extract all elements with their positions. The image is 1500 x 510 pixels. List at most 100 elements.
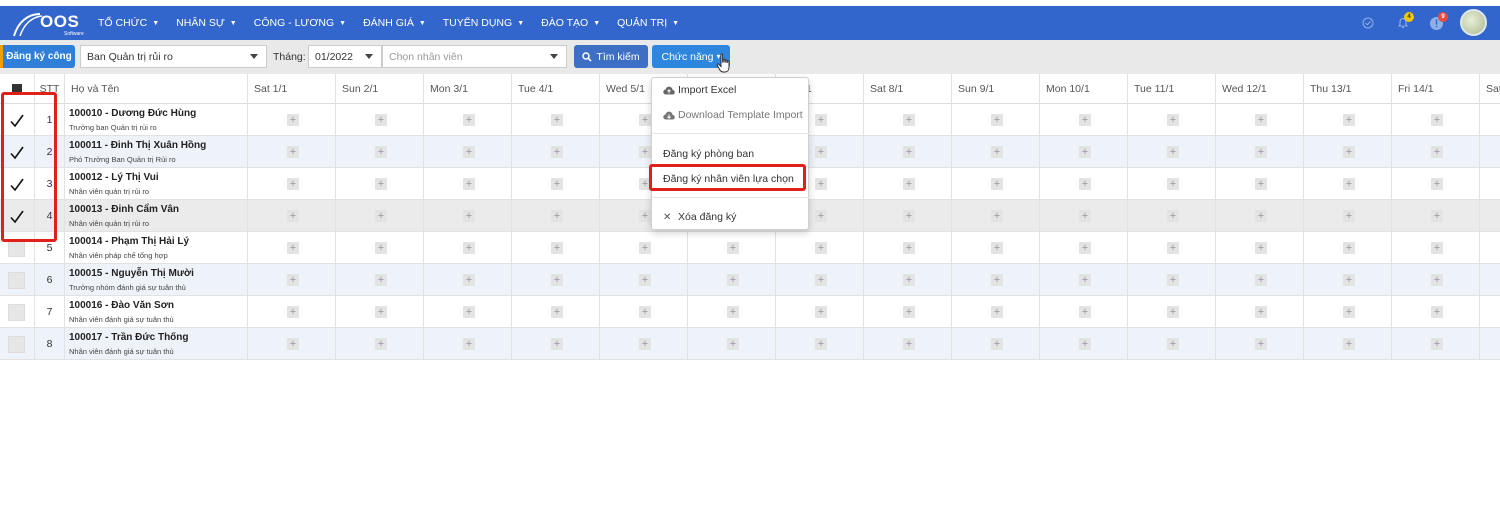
add-icon[interactable]: + <box>287 242 299 254</box>
menu-quan-tri[interactable]: QUẢN TRỊ ▼ <box>617 17 679 29</box>
add-icon[interactable]: + <box>551 146 563 158</box>
add-icon[interactable]: + <box>727 242 739 254</box>
add-icon[interactable]: + <box>903 178 915 190</box>
add-icon[interactable]: + <box>287 146 299 158</box>
table-row[interactable]: 8 100017 - Trần Đức Thống Nhân viên đánh g… <box>0 328 1500 360</box>
add-icon[interactable]: + <box>815 210 827 222</box>
menu-delete-registration[interactable]: ✕ Xóa đăng ký <box>652 207 810 227</box>
menu-nhan-su[interactable]: NHÂN SỰ ▼ <box>176 17 237 29</box>
department-select[interactable]: Ban Quản trị rủi ro <box>80 45 267 68</box>
add-icon[interactable]: + <box>903 114 915 126</box>
add-icon[interactable]: + <box>463 178 475 190</box>
add-icon[interactable]: + <box>1167 274 1179 286</box>
add-icon[interactable]: + <box>463 338 475 350</box>
add-icon[interactable]: + <box>551 338 563 350</box>
add-icon[interactable]: + <box>1255 338 1267 350</box>
add-icon[interactable]: + <box>903 146 915 158</box>
add-icon[interactable]: + <box>551 114 563 126</box>
add-icon[interactable]: + <box>991 306 1003 318</box>
menu-dao-tao[interactable]: ĐÀO TẠO ▼ <box>541 17 600 29</box>
search-button[interactable]: Tìm kiếm <box>574 45 648 68</box>
add-icon[interactable]: + <box>1167 242 1179 254</box>
add-icon[interactable]: + <box>815 146 827 158</box>
add-icon[interactable]: + <box>1343 178 1355 190</box>
add-icon[interactable]: + <box>375 146 387 158</box>
add-icon[interactable]: + <box>639 306 651 318</box>
menu-cong-luong[interactable]: CÔNG - LƯƠNG ▼ <box>254 17 346 29</box>
row-checkbox[interactable] <box>8 304 25 321</box>
add-icon[interactable]: + <box>1343 242 1355 254</box>
add-icon[interactable]: + <box>991 114 1003 126</box>
menu-to-chuc[interactable]: TỔ CHỨC ▼ <box>98 17 159 29</box>
table-row[interactable]: 7 100016 - Đào Văn Sơn Nhân viên đánh giá … <box>0 296 1500 328</box>
add-icon[interactable]: + <box>1343 306 1355 318</box>
add-icon[interactable]: + <box>639 338 651 350</box>
oos-logo[interactable]: OOS Software <box>10 10 84 38</box>
menu-download-template[interactable]: Download Template Import <box>652 105 810 125</box>
add-icon[interactable]: + <box>551 274 563 286</box>
add-icon[interactable]: + <box>1431 274 1443 286</box>
add-icon[interactable]: + <box>815 114 827 126</box>
add-icon[interactable]: + <box>991 146 1003 158</box>
add-icon[interactable]: + <box>287 210 299 222</box>
row-checkbox[interactable] <box>8 272 25 289</box>
add-icon[interactable]: + <box>815 178 827 190</box>
add-icon[interactable]: + <box>991 242 1003 254</box>
add-icon[interactable]: + <box>375 210 387 222</box>
add-icon[interactable]: + <box>287 114 299 126</box>
add-icon[interactable]: + <box>815 274 827 286</box>
add-icon[interactable]: + <box>815 306 827 318</box>
add-icon[interactable]: + <box>463 274 475 286</box>
add-icon[interactable]: + <box>1431 178 1443 190</box>
add-icon[interactable]: + <box>375 338 387 350</box>
register-attendance-tag[interactable]: Đăng ký công <box>0 45 75 68</box>
add-icon[interactable]: + <box>1079 306 1091 318</box>
add-icon[interactable]: + <box>903 338 915 350</box>
add-icon[interactable]: + <box>287 178 299 190</box>
add-icon[interactable]: + <box>1079 338 1091 350</box>
add-icon[interactable]: + <box>1167 338 1179 350</box>
menu-register-department[interactable]: Đăng ký phòng ban <box>652 144 810 164</box>
add-icon[interactable]: + <box>991 178 1003 190</box>
add-icon[interactable]: + <box>375 306 387 318</box>
add-icon[interactable]: + <box>903 274 915 286</box>
add-icon[interactable]: + <box>727 338 739 350</box>
avatar[interactable] <box>1460 9 1487 36</box>
menu-import-excel[interactable]: Import Excel <box>652 80 810 100</box>
add-icon[interactable]: + <box>1255 306 1267 318</box>
add-icon[interactable]: + <box>463 242 475 254</box>
add-icon[interactable]: + <box>1167 306 1179 318</box>
add-icon[interactable]: + <box>1343 146 1355 158</box>
add-icon[interactable]: + <box>815 338 827 350</box>
add-icon[interactable]: + <box>1167 146 1179 158</box>
add-icon[interactable]: + <box>639 114 651 126</box>
add-icon[interactable]: + <box>1079 178 1091 190</box>
add-icon[interactable]: + <box>463 210 475 222</box>
add-icon[interactable]: + <box>1255 114 1267 126</box>
add-icon[interactable]: + <box>551 178 563 190</box>
add-icon[interactable]: + <box>551 210 563 222</box>
add-icon[interactable]: + <box>1343 210 1355 222</box>
add-icon[interactable]: + <box>727 274 739 286</box>
add-icon[interactable]: + <box>1079 274 1091 286</box>
add-icon[interactable]: + <box>375 274 387 286</box>
add-icon[interactable]: + <box>1343 338 1355 350</box>
add-icon[interactable]: + <box>639 274 651 286</box>
add-icon[interactable]: + <box>639 210 651 222</box>
add-icon[interactable]: + <box>903 306 915 318</box>
add-icon[interactable]: + <box>375 242 387 254</box>
add-icon[interactable]: + <box>639 146 651 158</box>
check-circle-icon[interactable] <box>1362 17 1374 29</box>
add-icon[interactable]: + <box>1167 114 1179 126</box>
add-icon[interactable]: + <box>1431 338 1443 350</box>
add-icon[interactable]: + <box>1255 146 1267 158</box>
menu-tuyen-dung[interactable]: TUYỂN DỤNG ▼ <box>443 17 524 29</box>
add-icon[interactable]: + <box>991 338 1003 350</box>
employee-select[interactable]: Chọn nhân viên <box>382 45 567 68</box>
add-icon[interactable]: + <box>1431 306 1443 318</box>
table-row[interactable]: 6 100015 - Nguyễn Thị Mười Trưởng nhóm đán… <box>0 264 1500 296</box>
add-icon[interactable]: + <box>551 242 563 254</box>
add-icon[interactable]: + <box>1431 210 1443 222</box>
add-icon[interactable]: + <box>1079 146 1091 158</box>
add-icon[interactable]: + <box>1255 274 1267 286</box>
